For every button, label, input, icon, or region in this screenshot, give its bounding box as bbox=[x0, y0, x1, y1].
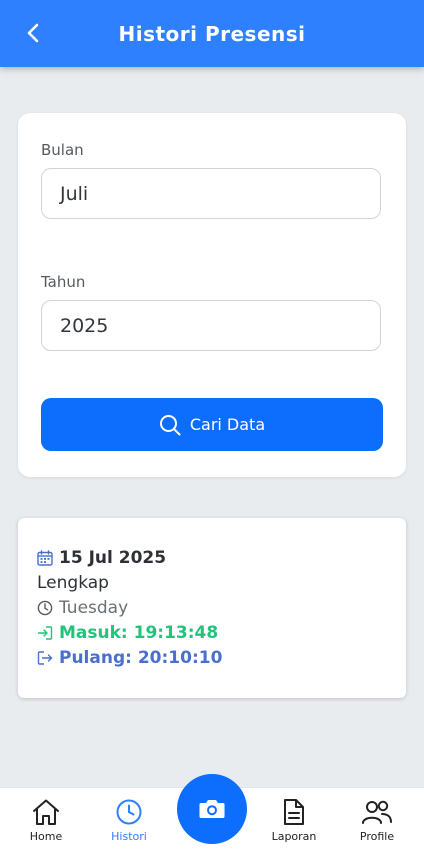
year-label: Tahun bbox=[41, 273, 86, 291]
nav-label-laporan: Laporan bbox=[271, 830, 317, 843]
month-value: Juli bbox=[60, 182, 89, 205]
search-button-label: Cari Data bbox=[189, 415, 266, 434]
record-check-out: Pulang: 20:10:10 bbox=[59, 648, 223, 668]
camera-icon bbox=[199, 800, 225, 818]
clock-icon bbox=[37, 600, 53, 616]
record-status-row: Lengkap bbox=[37, 573, 109, 593]
app-header: Histori Presensi bbox=[0, 0, 424, 67]
record-date: 15 Jul 2025 bbox=[59, 548, 167, 568]
record-date-row: 15 Jul 2025 bbox=[37, 548, 166, 568]
search-button[interactable]: Cari Data bbox=[41, 398, 383, 451]
month-label: Bulan bbox=[41, 141, 84, 159]
logout-icon bbox=[37, 650, 53, 666]
nav-label-profile: Profile bbox=[359, 830, 395, 843]
home-icon bbox=[33, 799, 59, 825]
login-icon bbox=[37, 625, 53, 641]
month-select[interactable]: Juli bbox=[41, 168, 381, 219]
record-day-row: Tuesday bbox=[37, 598, 128, 618]
app-screen: Histori Presensi Bulan Juli Tahun 2025 C… bbox=[0, 0, 424, 854]
record-check-in: Masuk: 19:13:48 bbox=[59, 623, 219, 643]
history-record-card[interactable]: 15 Jul 2025 Lengkap Tuesday Masuk: 19:13… bbox=[18, 518, 406, 698]
record-status: Lengkap bbox=[37, 573, 109, 593]
nav-item-home[interactable]: Home bbox=[14, 798, 78, 843]
nav-label-home: Home bbox=[29, 830, 63, 843]
back-button[interactable] bbox=[18, 18, 48, 48]
year-value: 2025 bbox=[60, 314, 109, 337]
record-checkout-row: Pulang: 20:10:10 bbox=[37, 648, 222, 668]
record-checkin-row: Masuk: 19:13:48 bbox=[37, 623, 218, 643]
camera-button[interactable] bbox=[177, 774, 247, 844]
chevron-left-icon bbox=[27, 23, 39, 43]
nav-item-histori[interactable]: Histori bbox=[97, 798, 161, 843]
users-icon bbox=[362, 800, 392, 824]
record-day: Tuesday bbox=[59, 598, 129, 618]
nav-item-profile[interactable]: Profile bbox=[345, 798, 409, 843]
calendar-icon bbox=[37, 550, 53, 566]
filter-card: Bulan Juli Tahun 2025 Cari Data bbox=[18, 113, 406, 477]
nav-label-histori: Histori bbox=[111, 830, 147, 843]
nav-item-laporan[interactable]: Laporan bbox=[262, 798, 326, 843]
year-input[interactable]: 2025 bbox=[41, 300, 381, 351]
page-title: Histori Presensi bbox=[118, 21, 306, 46]
search-icon bbox=[159, 414, 181, 436]
clock-icon bbox=[116, 799, 142, 825]
document-icon bbox=[284, 799, 304, 825]
